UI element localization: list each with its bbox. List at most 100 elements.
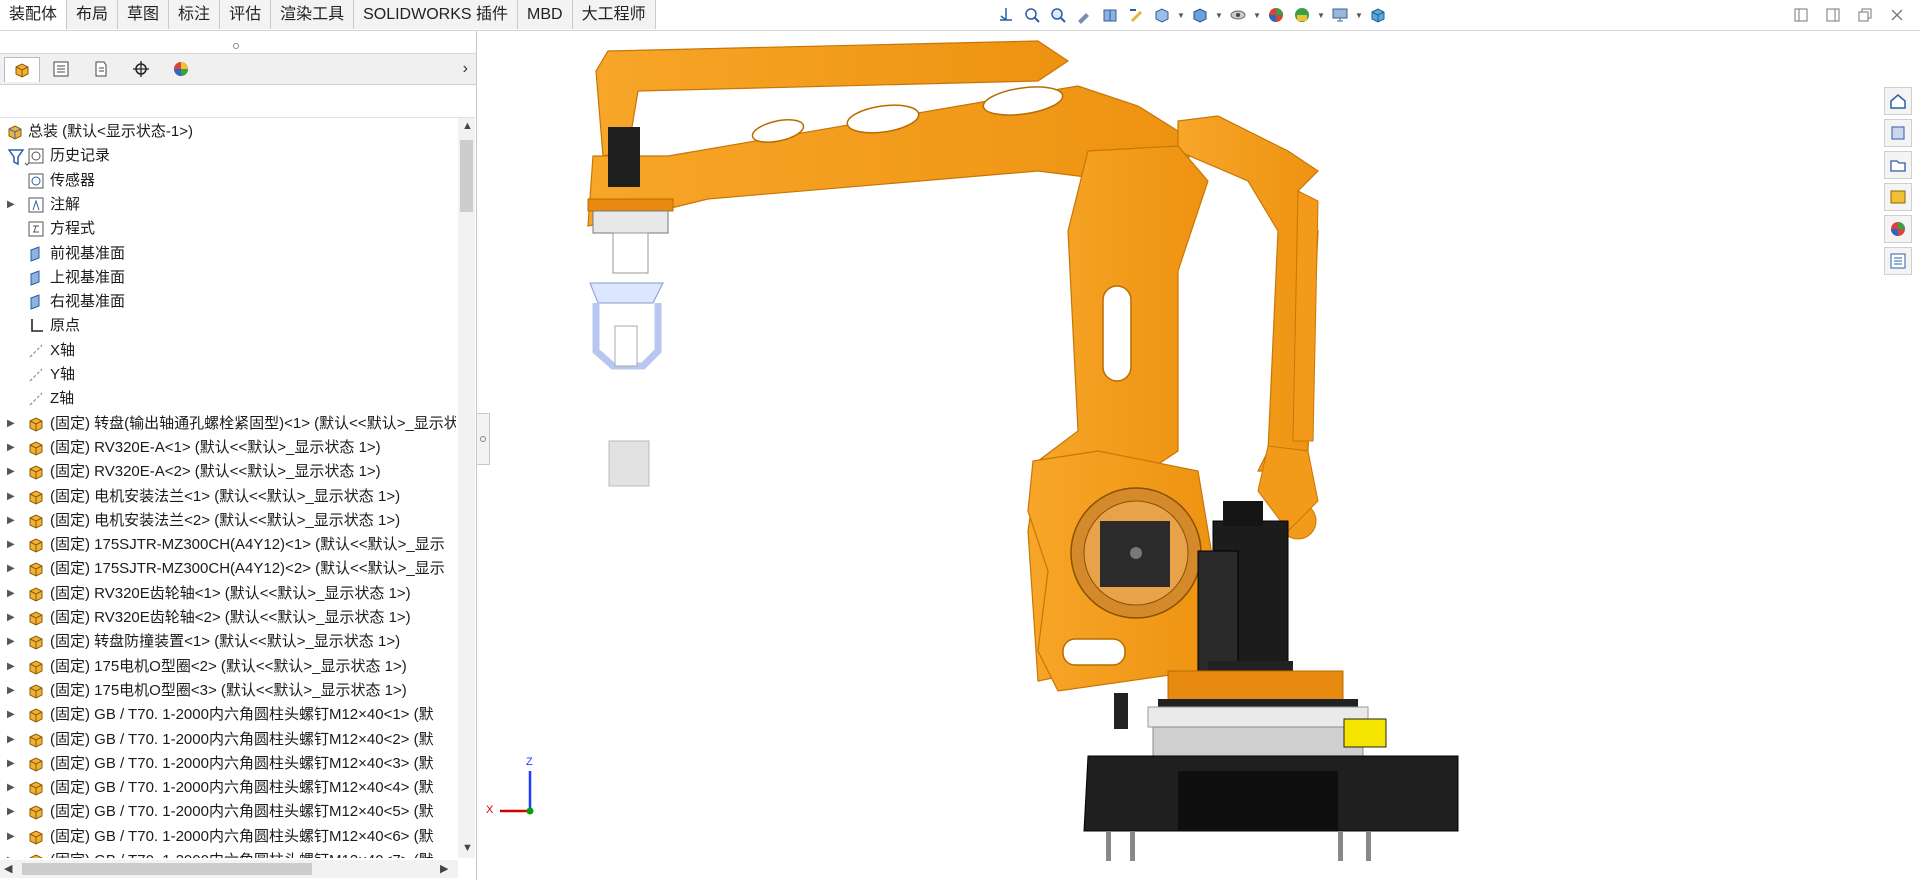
appearances-icon[interactable] (1884, 215, 1912, 243)
expand-arrow-icon[interactable]: ▶ (7, 436, 15, 460)
edit-appearance-icon[interactable] (1265, 5, 1287, 25)
plane-icon (27, 245, 45, 263)
expand-arrow-icon[interactable]: ▶ (7, 193, 15, 217)
expand-arrow-icon[interactable]: ▶ (7, 655, 15, 679)
part-icon (27, 682, 45, 700)
expand-arrow-icon[interactable]: ▶ (7, 776, 15, 800)
tab-layout[interactable]: 布局 (67, 0, 119, 29)
design-library-icon[interactable] (1884, 119, 1912, 147)
window-controls (1792, 7, 1906, 23)
expand-arrow-icon[interactable]: ▶ (7, 460, 15, 484)
pane-grip-icon[interactable] (232, 37, 240, 49)
propertymanager-tab[interactable] (44, 57, 78, 81)
tab-render-tools[interactable]: 渲染工具 (271, 0, 355, 29)
expand-arrow-icon[interactable]: ▶ (7, 557, 15, 581)
tree-item-label: X轴 (50, 341, 76, 359)
chevron-down-icon[interactable]: ▼ (1177, 11, 1185, 20)
tab-assembly[interactable]: 装配体 (0, 0, 68, 30)
3d-view-icon[interactable] (1367, 5, 1389, 25)
tree-item-label: (固定) GB / T70. 1-2000内六角圆柱头螺钉M12×40<7> (… (50, 849, 434, 858)
view-orientation-icon[interactable] (995, 5, 1017, 25)
scroll-left-icon[interactable]: ◀ (4, 862, 12, 875)
custom-properties-icon[interactable] (1884, 247, 1912, 275)
section-view-icon[interactable] (1099, 5, 1121, 25)
expand-arrow-icon[interactable]: ▶ (7, 728, 15, 752)
scrollbar-thumb[interactable] (460, 140, 473, 212)
tree-item-label: 右视基准面 (50, 293, 126, 311)
scrollbar-thumb[interactable] (22, 863, 312, 875)
scroll-right-icon[interactable]: ▶ (440, 862, 448, 875)
file-explorer-icon[interactable] (1884, 151, 1912, 179)
solidworks-resources-icon[interactable] (1884, 87, 1912, 115)
expand-arrow-icon[interactable]: ▶ (7, 752, 15, 776)
triad-x-label: X (486, 804, 494, 816)
zoom-to-area-icon[interactable] (1047, 5, 1069, 25)
expand-arrow-icon[interactable]: ▶ (7, 630, 15, 654)
tree-item-label: (固定) 电机安装法兰<1> (默认<<默认>_显示状态 1>) (50, 487, 401, 505)
configurationmanager-tab[interactable] (84, 57, 118, 81)
heads-up-view-toolbar: ▼ ▼ ▼ ▼ ▼ (995, 5, 1389, 25)
display-style-icon[interactable] (1189, 5, 1211, 25)
tab-mbd[interactable]: MBD (518, 0, 573, 29)
tree-item-label: (固定) GB / T70. 1-2000内六角圆柱头螺钉M12×40<1> (… (50, 706, 434, 724)
expand-arrow-icon[interactable]: ▶ (7, 509, 15, 533)
chevron-down-icon[interactable]: ▼ (1317, 11, 1325, 20)
expand-arrow-icon[interactable]: ▶ (7, 606, 15, 630)
expand-arrow-icon[interactable]: ▶ (7, 412, 15, 436)
tree-item-label: (固定) 175SJTR-MZ300CH(A4Y12)<2> (默认<<默认>_… (50, 560, 445, 578)
part-icon (27, 439, 45, 457)
view-orientation-dropdown-icon[interactable] (1151, 5, 1173, 25)
tab-solidworks-addins[interactable]: SOLIDWORKS 插件 (354, 0, 519, 29)
chevron-down-icon[interactable]: ▼ (1355, 11, 1363, 20)
tree-item-label: 上视基准面 (50, 268, 126, 286)
hide-show-icon[interactable] (1227, 5, 1249, 25)
scroll-up-icon[interactable]: ▲ (462, 120, 473, 132)
tree-item-label: (固定) RV320E-A<2> (默认<<默认>_显示状态 1>) (50, 463, 381, 481)
sensor-icon (27, 172, 45, 190)
featuremanager-pane: › 总装 (默认<显示状态-1>) 历史记录 传感器 ▶ 注解 方程式 前视基准面 上视基准面… (0, 31, 477, 880)
graphics-area[interactable]: Z X (478, 31, 1920, 880)
tile-left-icon[interactable] (1792, 7, 1810, 23)
tree-item-label: Z轴 (50, 390, 75, 408)
tree-vertical-scrollbar[interactable]: ▲ ▼ (458, 118, 475, 858)
chevron-down-icon[interactable]: ▼ (1215, 11, 1223, 20)
expand-arrow-icon[interactable]: ▶ (7, 485, 15, 509)
dynamic-annotation-icon[interactable] (1125, 5, 1147, 25)
view-palette-icon[interactable] (1884, 183, 1912, 211)
expand-arrow-icon[interactable]: ▶ (7, 849, 15, 858)
zoom-to-fit-icon[interactable] (1021, 5, 1043, 25)
restore-window-icon[interactable] (1856, 7, 1874, 23)
previous-view-icon[interactable] (1073, 5, 1095, 25)
view-settings-icon[interactable] (1329, 5, 1351, 25)
apply-scene-icon[interactable] (1291, 5, 1313, 25)
dimxpert-tab[interactable] (124, 57, 158, 81)
tile-right-icon[interactable] (1824, 7, 1842, 23)
expand-arrow-icon[interactable]: ▶ (7, 679, 15, 703)
assembly-icon (6, 123, 24, 141)
part-icon (27, 536, 45, 554)
tab-big-engineer[interactable]: 大工程师 (572, 0, 656, 29)
tree-item-label: 原点 (50, 317, 81, 335)
expand-arrow-icon[interactable]: ▶ (7, 800, 15, 824)
expand-arrow-icon[interactable]: ▶ (7, 582, 15, 606)
tree-item-label: (固定) GB / T70. 1-2000内六角圆柱头螺钉M12×40<4> (… (50, 779, 434, 797)
tab-sketch[interactable]: 草图 (118, 0, 170, 29)
part-icon (27, 755, 45, 773)
tab-markup[interactable]: 标注 (169, 0, 221, 29)
tree-horizontal-scrollbar[interactable]: ◀ ▶ (0, 860, 458, 878)
displaymanager-tab[interactable] (164, 57, 198, 81)
tab-evaluate[interactable]: 评估 (220, 0, 272, 29)
expand-arrow-icon[interactable]: ▶ (7, 533, 15, 557)
part-icon (27, 658, 45, 676)
expand-arrow-icon[interactable]: ▶ (7, 703, 15, 727)
chevron-right-icon[interactable]: › (463, 60, 468, 78)
part-icon (27, 779, 45, 797)
close-document-icon[interactable] (1888, 7, 1906, 23)
expand-arrow-icon[interactable]: ▶ (7, 825, 15, 849)
part-icon (27, 706, 45, 724)
chevron-down-icon[interactable]: ▼ (1253, 11, 1261, 20)
part-icon (27, 415, 45, 433)
featuremanager-tab[interactable] (4, 57, 40, 82)
tree-item-label: 注解 (50, 195, 81, 213)
scroll-down-icon[interactable]: ▼ (462, 842, 473, 854)
